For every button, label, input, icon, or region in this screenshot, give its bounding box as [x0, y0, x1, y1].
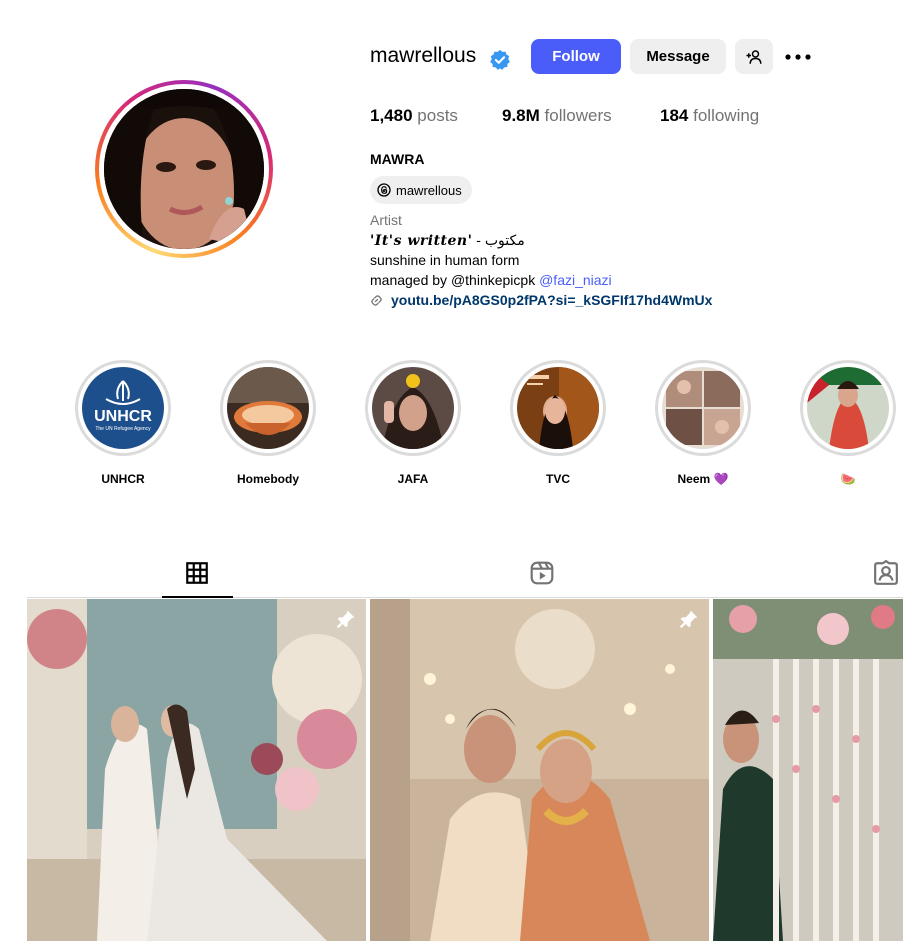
- follow-button[interactable]: Follow: [531, 39, 621, 74]
- add-user-icon: [746, 49, 762, 64]
- highlight-cover: [662, 367, 744, 449]
- highlight-unhcr-text: UNHCR: [94, 408, 152, 425]
- highlight-label: UNHCR: [101, 472, 145, 486]
- highlight-unhcr-sub: The UN Refugee Agency: [95, 426, 151, 432]
- verified-badge-icon: [490, 49, 510, 70]
- following-count: 184: [660, 106, 689, 125]
- full-name: MAWRA: [370, 151, 425, 167]
- following-label: following: [693, 106, 760, 125]
- highlight-label: JAFA: [397, 472, 429, 486]
- post-thumbnail[interactable]: [713, 599, 903, 941]
- bio-line: managed by @thinkepicpk @fazi_niazi: [370, 272, 612, 288]
- highlight-label: 🍉: [840, 472, 856, 486]
- link-icon: [371, 294, 382, 306]
- highlight-item[interactable]: UNHCR The UN Refugee Agency UNHCR: [73, 360, 173, 486]
- pin-icon: [679, 610, 698, 629]
- more-dots-icon: [785, 54, 811, 60]
- profile-avatar[interactable]: [95, 80, 273, 258]
- avatar-photo: [104, 89, 264, 249]
- highlight-label: Homebody: [236, 472, 299, 486]
- more-options-button[interactable]: [780, 44, 816, 70]
- highlight-cover: [227, 367, 309, 449]
- followers-label: followers: [544, 106, 612, 125]
- bio-link-text: youtu.be/pA8GS0p2fPA?si=_kSGFIf17hd4WmUx: [391, 292, 713, 308]
- profile-category: Artist: [370, 212, 402, 228]
- highlight-cover: [517, 367, 599, 449]
- posts-count: 1,480: [370, 106, 413, 125]
- posts-stat: 1,480 posts: [370, 106, 458, 126]
- post-thumbnail[interactable]: [27, 599, 366, 941]
- highlight-item[interactable]: Neem 💜: [653, 360, 753, 486]
- bio-mention-link[interactable]: @fazi_niazi: [539, 272, 612, 288]
- threads-badge[interactable]: mawrellous: [370, 176, 472, 204]
- posts-label: posts: [417, 106, 458, 125]
- highlight-item[interactable]: TVC: [508, 360, 608, 486]
- suggested-users-button[interactable]: [735, 39, 773, 74]
- followers-count: 9.8M: [502, 106, 540, 125]
- bio-link[interactable]: youtu.be/pA8GS0p2fPA?si=_kSGFIf17hd4WmUx: [370, 292, 712, 308]
- highlight-item[interactable]: Homebody: [218, 360, 318, 486]
- highlight-item[interactable]: 🍉: [798, 360, 898, 486]
- reels-icon[interactable]: [529, 560, 555, 586]
- highlight-cover: UNHCR The UN Refugee Agency: [82, 367, 164, 449]
- bio-managed-text: managed by @thinkepicpk: [370, 272, 540, 288]
- pin-icon: [336, 610, 355, 629]
- highlight-label: TVC: [546, 472, 570, 486]
- grid-icon[interactable]: [184, 560, 210, 586]
- highlight-cover: [372, 367, 454, 449]
- tab-divider: [27, 597, 903, 598]
- highlight-item[interactable]: JAFA: [363, 360, 463, 486]
- bio-line: sunshine in human form: [370, 252, 520, 268]
- bio-script-text: 'It's written': [370, 233, 473, 249]
- highlight-cover: [807, 367, 889, 449]
- tagged-icon[interactable]: [873, 560, 899, 586]
- profile-username: mawrellous: [370, 44, 477, 67]
- following-stat[interactable]: 184 following: [660, 106, 759, 126]
- threads-handle: mawrellous: [396, 182, 462, 198]
- followers-stat[interactable]: 9.8M followers: [502, 106, 612, 126]
- threads-icon: [377, 183, 391, 197]
- bio-arabic-text: - مكتوب: [472, 232, 525, 248]
- message-button[interactable]: Message: [630, 39, 726, 74]
- tab-active-indicator: [162, 596, 233, 598]
- post-thumbnail[interactable]: [370, 599, 709, 941]
- highlight-label: Neem 💜: [677, 472, 729, 486]
- bio-line: 'It's written' - مكتوب: [370, 232, 525, 249]
